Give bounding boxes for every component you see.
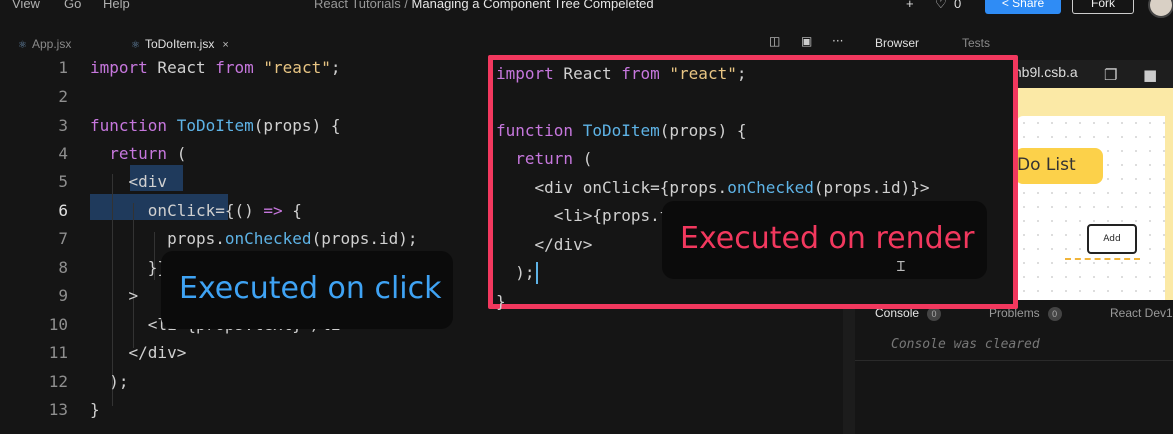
annotation-on-click: Executed on click <box>161 251 453 329</box>
share-label: Share <box>1012 0 1045 10</box>
line-number: 6 <box>58 201 68 220</box>
project-title: React Tutorials / Managing a Component T… <box>314 0 654 11</box>
title-name: Managing a Component Tree Compeleted <box>411 0 654 11</box>
fork-button[interactable]: Fork <box>1072 0 1134 14</box>
annotation-text: Executed on render <box>680 221 975 256</box>
code-line: function ToDoItem(props) { <box>496 121 747 140</box>
menu-help[interactable]: Help <box>103 0 130 11</box>
line-number: 12 <box>48 372 68 391</box>
likes-count: 0 <box>954 0 962 11</box>
share-button[interactable]: < Share <box>985 0 1061 14</box>
code-line: onClick={() => { <box>90 201 302 220</box>
code-line: function ToDoItem(props) { <box>90 116 341 135</box>
code-line: import React from "react"; <box>496 64 747 83</box>
tab-react-devtools[interactable]: React Dev1 <box>1110 306 1173 320</box>
annotation-text: Executed on click <box>179 271 442 306</box>
code-line: </div> <box>90 343 187 362</box>
react-file-icon: ⚛ <box>131 40 140 51</box>
count-badge: 0 <box>1047 306 1062 321</box>
fork-label: Fork <box>1091 0 1115 10</box>
line-number: 5 <box>58 172 68 191</box>
line-number: 10 <box>48 315 68 334</box>
fullscreen-icon[interactable]: ■ <box>1143 66 1157 84</box>
tab-todoitem-jsx[interactable]: ⚛ ToDoItem.jsx × <box>131 34 229 54</box>
code-line: ); <box>90 372 129 391</box>
menu-view[interactable]: View <box>12 0 40 11</box>
text-cursor <box>536 262 538 284</box>
react-file-icon: ⚛ <box>18 40 27 51</box>
close-icon[interactable]: × <box>222 39 228 51</box>
code-line: }} <box>90 258 168 277</box>
list-title: Do List <box>1015 148 1103 184</box>
code-line: return ( <box>515 149 593 168</box>
todo-paper <box>1017 116 1165 300</box>
line-number: 9 <box>58 286 68 305</box>
share-icon: < <box>1001 0 1013 10</box>
line-number: 1 <box>58 58 68 77</box>
line-number: 3 <box>58 116 68 135</box>
split-icon[interactable]: ◫ <box>769 34 780 48</box>
code-line: <div <box>90 172 168 191</box>
input-underline <box>1065 258 1140 260</box>
more-icon[interactable]: ··· <box>832 34 843 48</box>
line-number: 13 <box>48 400 68 419</box>
annotation-on-render: Executed on render <box>662 201 987 279</box>
add-button[interactable]: + <box>906 0 914 11</box>
tab-tests[interactable]: Tests <box>962 36 990 50</box>
code-line: </div> <box>496 235 593 254</box>
menu-go[interactable]: Go <box>64 0 81 11</box>
preview-tabs: Browser Tests <box>855 30 1173 56</box>
title-path: React Tutorials / <box>314 0 412 11</box>
tab-label: ToDoItem.jsx <box>144 37 215 51</box>
preview-icon[interactable]: ▣ <box>801 34 812 48</box>
tab-app-jsx[interactable]: ⚛ App.jsx <box>18 34 71 54</box>
code-line: <div onClick={props.onChecked(props.id)}… <box>496 178 930 197</box>
tab-label: App.jsx <box>31 37 72 51</box>
open-new-window-icon[interactable]: ❐ <box>1104 66 1117 84</box>
url-bar[interactable]: mb9l.csb.a <box>1010 64 1094 86</box>
avatar[interactable] <box>1148 0 1173 18</box>
line-number: 4 <box>58 144 68 163</box>
code-line: } <box>496 292 506 311</box>
line-number: 11 <box>48 343 68 362</box>
code-line: import React from "react"; <box>90 58 341 77</box>
code-line: ); <box>496 263 535 282</box>
code-line: } <box>90 400 100 419</box>
top-menu-bar: View Go Help React Tutorials / Managing … <box>0 0 1173 18</box>
line-number: 2 <box>58 87 68 106</box>
console-message: Console was cleared <box>891 337 1040 352</box>
tab-browser[interactable]: Browser <box>875 36 919 50</box>
heart-icon[interactable]: ♡ <box>935 0 947 12</box>
editor-tabs: ⚛ App.jsx ⚛ ToDoItem.jsx × <box>0 30 855 56</box>
line-number: 8 <box>58 258 68 277</box>
add-item-button[interactable]: Add <box>1087 224 1137 254</box>
line-number: 7 <box>58 229 68 248</box>
code-line: props.onChecked(props.id); <box>90 229 418 248</box>
text-cursor-icon: Ɪ <box>897 259 905 275</box>
code-line: > <box>90 286 139 305</box>
console-divider <box>855 360 1173 361</box>
code-line: return ( <box>109 144 187 163</box>
